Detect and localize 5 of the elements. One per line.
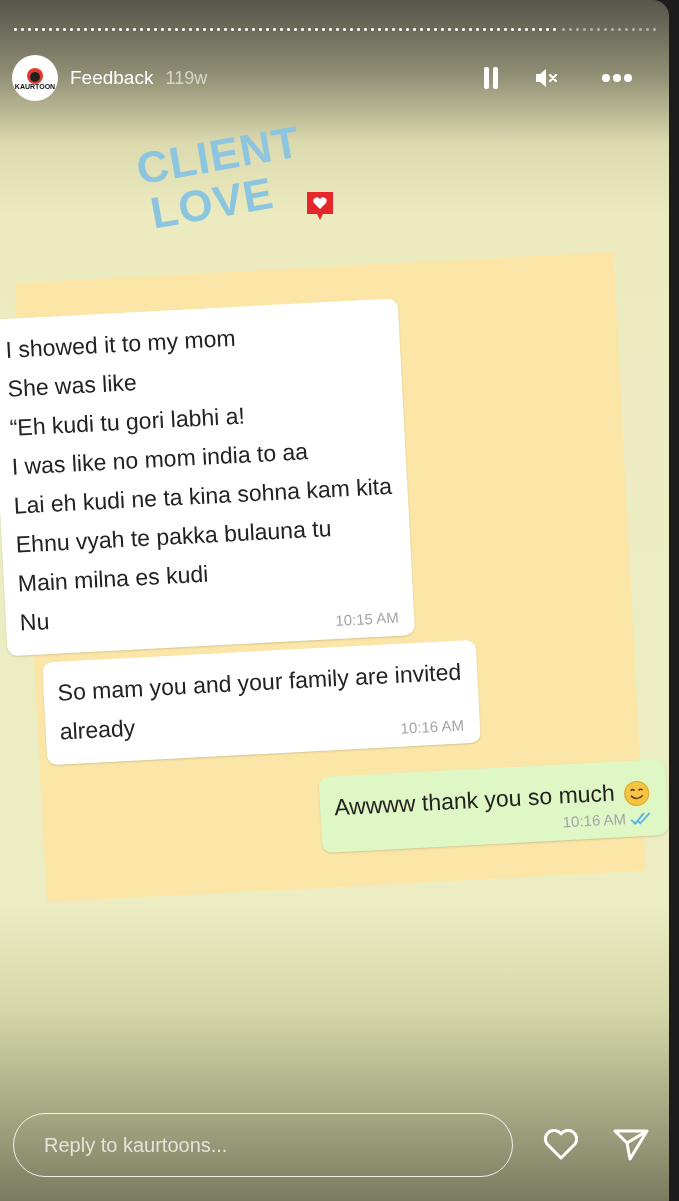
message-time: 10:16 AM bbox=[562, 810, 627, 831]
message-time: 10:15 AM bbox=[334, 608, 400, 629]
reply-field[interactable]: Reply to kaurtoons... bbox=[13, 1113, 513, 1177]
story-age: 119w bbox=[165, 67, 208, 89]
message-time: 10:16 AM bbox=[400, 716, 465, 737]
